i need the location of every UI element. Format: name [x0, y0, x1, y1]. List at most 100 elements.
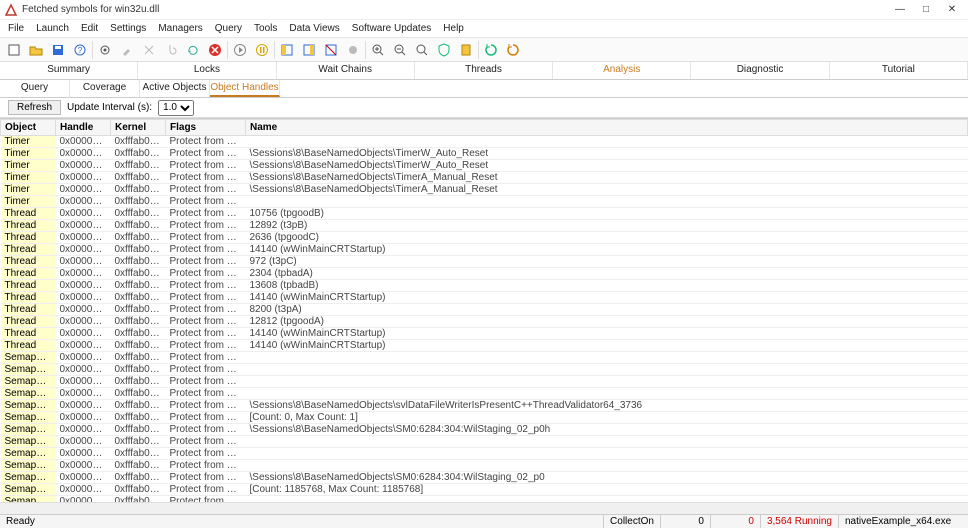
tab-summary[interactable]: Summary [0, 62, 138, 79]
menu-software-updates[interactable]: Software Updates [346, 23, 438, 34]
menu-launch[interactable]: Launch [30, 23, 75, 34]
col-object[interactable]: Object [1, 120, 56, 136]
col-kernel[interactable]: Kernel [111, 120, 166, 136]
zoom-out-icon[interactable] [390, 40, 410, 60]
table-row[interactable]: Timer0x000003480xfffab093...Protect from… [1, 148, 968, 160]
table-row[interactable]: Timer0x000004080xfffab093...Protect from… [1, 136, 968, 148]
table-row[interactable]: Semaphore0x000003940xfffab093...Protect … [1, 460, 968, 472]
subtab-object-handles[interactable]: Object Handles [210, 80, 280, 97]
sync-orange-icon[interactable] [503, 40, 523, 60]
col-handle[interactable]: Handle [56, 120, 111, 136]
table-row[interactable]: Thread0x000004700xfffab093...Protect fro… [1, 232, 968, 244]
table-container[interactable]: ObjectHandleKernelFlagsName Timer0x00000… [0, 118, 968, 502]
new-icon[interactable] [4, 40, 24, 60]
app-icon [4, 3, 18, 17]
controls-row: Refresh Update Interval (s): 1.0 [0, 98, 968, 118]
table-row[interactable]: Semaphore0x000001600xfffab084...Protect … [1, 388, 968, 400]
tab-diagnostic[interactable]: Diagnostic [691, 62, 829, 79]
table-row[interactable]: Thread0x000004680xfffab093...Protect fro… [1, 316, 968, 328]
table-row[interactable]: Thread0x000003e80xfffab093...Protect fro… [1, 292, 968, 304]
panel3-icon[interactable] [321, 40, 341, 60]
zoom-fit-icon[interactable] [412, 40, 432, 60]
table-row[interactable]: Semaphore0x0000015c0xfffab084...Protect … [1, 352, 968, 364]
status-exe: nativeExample_x64.exe [838, 515, 968, 528]
menu-query[interactable]: Query [209, 23, 248, 34]
table-row[interactable]: Timer0x000003a40xfffab093...Protect from… [1, 160, 968, 172]
subtab-query[interactable]: Query [0, 80, 70, 97]
zoom-in-icon[interactable] [368, 40, 388, 60]
table-row[interactable]: Thread0x000004780xfffab093...Protect fro… [1, 280, 968, 292]
panel2-icon[interactable] [299, 40, 319, 60]
open-icon[interactable] [26, 40, 46, 60]
table-row[interactable]: Timer0x000004040xfffab093...Protect from… [1, 196, 968, 208]
menubar: FileLaunchEditSettingsManagersQueryTools… [0, 20, 968, 38]
stop-icon[interactable] [205, 40, 225, 60]
book-icon[interactable] [456, 40, 476, 60]
minimize-button[interactable]: — [888, 2, 912, 18]
table-row[interactable]: Timer0x000003a80xfffab093...Protect from… [1, 184, 968, 196]
table-row[interactable]: Semaphore0x000003fc0xfffab093...Protect … [1, 436, 968, 448]
primary-tabs: SummaryLocksWait ChainsThreadsAnalysisDi… [0, 62, 968, 80]
tab-wait-chains[interactable]: Wait Chains [277, 62, 415, 79]
table-row[interactable]: Thread0x000004300xfffab093...Protect fro… [1, 328, 968, 340]
col-flags[interactable]: Flags [166, 120, 246, 136]
col-name[interactable]: Name [246, 120, 968, 136]
table-row[interactable]: Thread0x000004240xfffab093...Protect fro… [1, 244, 968, 256]
menu-help[interactable]: Help [437, 23, 470, 34]
shield-icon[interactable] [434, 40, 454, 60]
table-row[interactable]: Semaphore0x000003700xfffab093...Protect … [1, 484, 968, 496]
play-icon[interactable] [230, 40, 250, 60]
horizontal-scrollbar[interactable] [0, 502, 968, 514]
status-collect: CollectOn [603, 515, 660, 528]
table-row[interactable]: Semaphore0x000001840xfffab084...Protect … [1, 376, 968, 388]
tab-locks[interactable]: Locks [138, 62, 276, 79]
record-icon[interactable] [343, 40, 363, 60]
panel1-icon[interactable] [277, 40, 297, 60]
tab-tutorial[interactable]: Tutorial [830, 62, 968, 79]
table-row[interactable]: Semaphore0x000002b80xfffab093...Protect … [1, 400, 968, 412]
save-icon[interactable] [48, 40, 68, 60]
table-row[interactable]: Semaphore0x000003a00xfffab093...Protect … [1, 472, 968, 484]
settings-icon[interactable] [95, 40, 115, 60]
refresh-round-icon[interactable] [183, 40, 203, 60]
sync-green-icon[interactable] [481, 40, 501, 60]
table-row[interactable]: Semaphore0x000003b40xfffab093...Protect … [1, 424, 968, 436]
menu-edit[interactable]: Edit [75, 23, 104, 34]
secondary-tabs: QueryCoverageActive ObjectsObject Handle… [0, 80, 968, 98]
status-bar: Ready CollectOn 0 0 3,564 Running native… [0, 514, 968, 528]
hook-icon[interactable] [161, 40, 181, 60]
menu-settings[interactable]: Settings [104, 23, 152, 34]
table-row[interactable]: Thread0x000004740xfffab093...Protect fro… [1, 268, 968, 280]
menu-tools[interactable]: Tools [248, 23, 283, 34]
table-row[interactable]: Timer0x000003600xfffab093...Protect from… [1, 172, 968, 184]
menu-data-views[interactable]: Data Views [283, 23, 345, 34]
window-title: Fetched symbols for win32u.dll [22, 4, 888, 15]
table-row[interactable]: Semaphore0x000003980xfffab093...Protect … [1, 448, 968, 460]
pause-icon[interactable] [252, 40, 272, 60]
subtab-coverage[interactable]: Coverage [70, 80, 140, 97]
svg-text:?: ? [78, 46, 83, 55]
tab-threads[interactable]: Threads [415, 62, 553, 79]
table-row[interactable]: Semaphore0x000003740xfffab093...Protect … [1, 412, 968, 424]
table-row[interactable]: Thread0x000001c00xfffab093...Protect fro… [1, 340, 968, 352]
object-table: ObjectHandleKernelFlagsName Timer0x00000… [0, 119, 968, 502]
subtab-active-objects[interactable]: Active Objects [140, 80, 210, 97]
help-icon[interactable]: ? [70, 40, 90, 60]
interval-select[interactable]: 1.0 [158, 100, 194, 116]
menu-file[interactable]: File [2, 23, 30, 34]
table-row[interactable]: Semaphore0x000001800xfffab084...Protect … [1, 364, 968, 376]
status-ready: Ready [0, 516, 41, 527]
table-row[interactable]: Thread0x0000047c0xfffab093...Protect fro… [1, 304, 968, 316]
maximize-button[interactable]: □ [914, 2, 938, 18]
close-button[interactable]: ✕ [940, 2, 964, 18]
tab-analysis[interactable]: Analysis [553, 62, 691, 79]
tool-icon[interactable] [117, 40, 137, 60]
menu-managers[interactable]: Managers [152, 23, 208, 34]
table-row[interactable]: Thread0x0000046c0xfffab093...Protect fro… [1, 208, 968, 220]
table-row[interactable]: Thread0x000004800xfffab093...Protect fro… [1, 220, 968, 232]
status-num2: 0 [710, 515, 760, 528]
refresh-button[interactable]: Refresh [8, 100, 61, 115]
table-row[interactable]: Thread0x000004840xfffab093...Protect fro… [1, 256, 968, 268]
cut-icon[interactable] [139, 40, 159, 60]
toolbar: ? [0, 38, 968, 62]
